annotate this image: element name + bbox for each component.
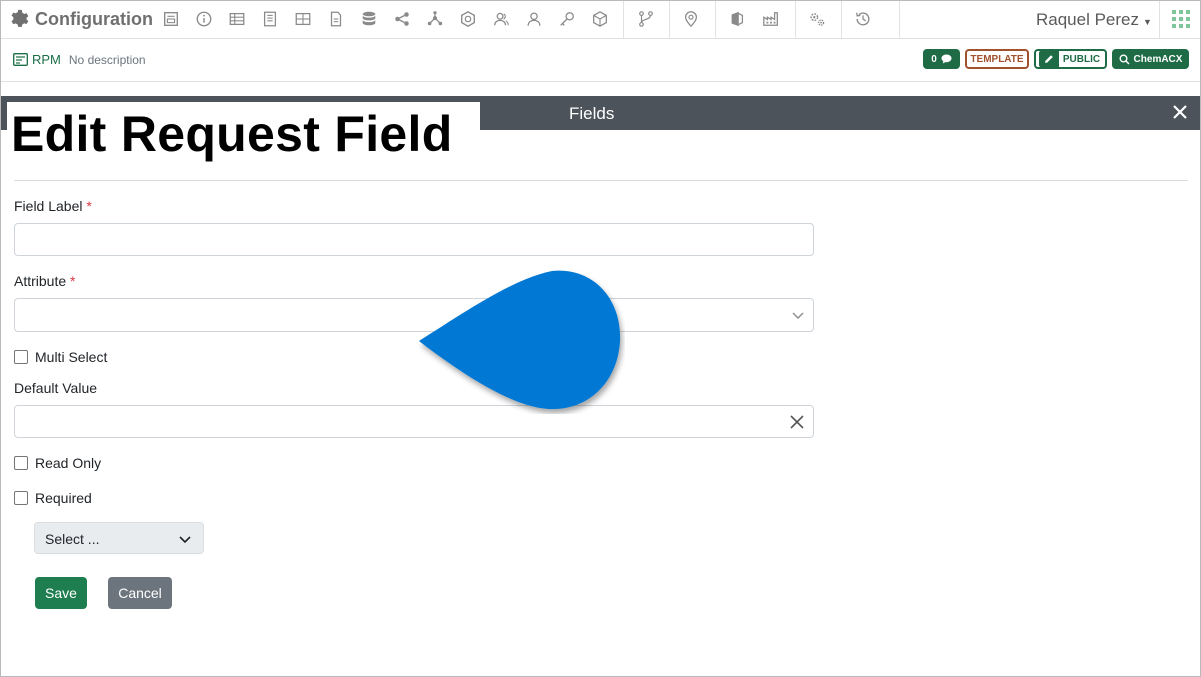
document-list-icon[interactable] — [260, 9, 280, 29]
table-icon[interactable] — [227, 9, 247, 29]
checkbox-box[interactable] — [14, 350, 28, 364]
checkbox-box[interactable] — [14, 491, 28, 505]
read-only-checkbox[interactable]: Read Only — [14, 455, 101, 471]
required-checkbox[interactable]: Required — [14, 490, 92, 506]
multi-select-checkbox[interactable]: Multi Select — [14, 349, 107, 365]
record-name[interactable]: RPM — [32, 52, 61, 67]
toolbar-separator — [795, 1, 796, 38]
field-label-input[interactable] — [14, 223, 814, 256]
factory-icon[interactable] — [761, 9, 781, 29]
public-label: PUBLIC — [1062, 53, 1101, 65]
default-value-input[interactable] — [14, 405, 814, 438]
record-bar: RPM No description 0 TEMPLATE PUBLIC Che… — [1, 39, 1200, 82]
save-button[interactable]: Save — [35, 577, 87, 609]
user-menu[interactable]: Raquel Perez ▼ — [1036, 10, 1152, 30]
checkbox-box[interactable] — [14, 456, 28, 470]
comment-icon — [941, 54, 952, 64]
attribute-select[interactable] — [14, 298, 814, 332]
apps-grid-icon[interactable] — [1171, 9, 1191, 29]
grid-icon[interactable] — [293, 9, 313, 29]
person-icon[interactable] — [524, 9, 544, 29]
form-icon[interactable] — [161, 9, 181, 29]
toolbar-separator — [715, 1, 716, 38]
database-icon[interactable] — [359, 9, 379, 29]
badge-icon[interactable] — [458, 9, 478, 29]
history-icon[interactable] — [853, 9, 873, 29]
workflow-icon[interactable] — [636, 9, 656, 29]
settings-icon[interactable] — [807, 9, 827, 29]
toolbar-separator — [841, 1, 842, 38]
cancel-button[interactable]: Cancel — [108, 577, 172, 609]
cube-icon[interactable] — [590, 9, 610, 29]
toolbar-separator — [669, 1, 670, 38]
comments-count: 0 — [931, 53, 937, 65]
app-window: Configuration Raquel Perez ▼ RPM No desc… — [0, 0, 1201, 677]
record-info: RPM No description — [13, 52, 146, 67]
clear-icon[interactable] — [789, 414, 805, 430]
required-asterisk: * — [70, 273, 76, 289]
template-badge[interactable]: TEMPLATE — [965, 49, 1029, 69]
record-card-icon — [13, 53, 28, 66]
user-name: Raquel Perez — [1036, 10, 1140, 29]
comments-badge[interactable]: 0 — [923, 49, 960, 69]
form-divider — [14, 180, 1188, 181]
toolbar-separator — [1159, 1, 1160, 38]
toolbar-separator — [623, 1, 624, 38]
pencil-icon — [1038, 51, 1059, 67]
chemacx-label: ChemACX — [1133, 53, 1183, 65]
shield-icon[interactable] — [727, 9, 747, 29]
top-toolbar: Configuration Raquel Perez ▼ — [1, 1, 1200, 39]
field-label-label: Field Label * — [14, 198, 92, 214]
chevron-down-icon — [792, 312, 804, 319]
attribute-label: Attribute * — [14, 273, 76, 289]
key-icon[interactable] — [557, 9, 577, 29]
chemacx-button[interactable]: ChemACX — [1112, 49, 1189, 69]
location-icon[interactable] — [681, 9, 701, 29]
search-icon — [1119, 54, 1130, 65]
chevron-down-icon — [179, 536, 191, 544]
record-description: No description — [68, 52, 146, 67]
modal-title: Fields — [569, 104, 615, 123]
info-icon[interactable] — [194, 9, 214, 29]
toolbar-separator — [899, 1, 900, 38]
group-icon[interactable] — [491, 9, 511, 29]
default-value-label: Default Value — [14, 380, 98, 396]
overlay-heading: Edit Request Field — [7, 102, 480, 162]
file-icon[interactable] — [326, 9, 346, 29]
app-title: Configuration — [35, 8, 153, 29]
app-brand[interactable]: Configuration — [7, 7, 153, 31]
select-dropdown[interactable]: Select ... — [34, 522, 204, 554]
share-icon[interactable] — [392, 9, 412, 29]
gear-icon — [11, 9, 29, 27]
close-icon[interactable] — [1170, 102, 1190, 122]
select-placeholder: Select ... — [45, 531, 100, 547]
teardrop-pointer-shape — [419, 270, 621, 410]
caret-down-icon: ▼ — [1143, 16, 1152, 27]
overlay-heading-text: Edit Request Field — [11, 106, 453, 162]
public-badge[interactable]: PUBLIC — [1034, 49, 1107, 69]
network-icon[interactable] — [425, 9, 445, 29]
required-asterisk: * — [86, 198, 92, 214]
